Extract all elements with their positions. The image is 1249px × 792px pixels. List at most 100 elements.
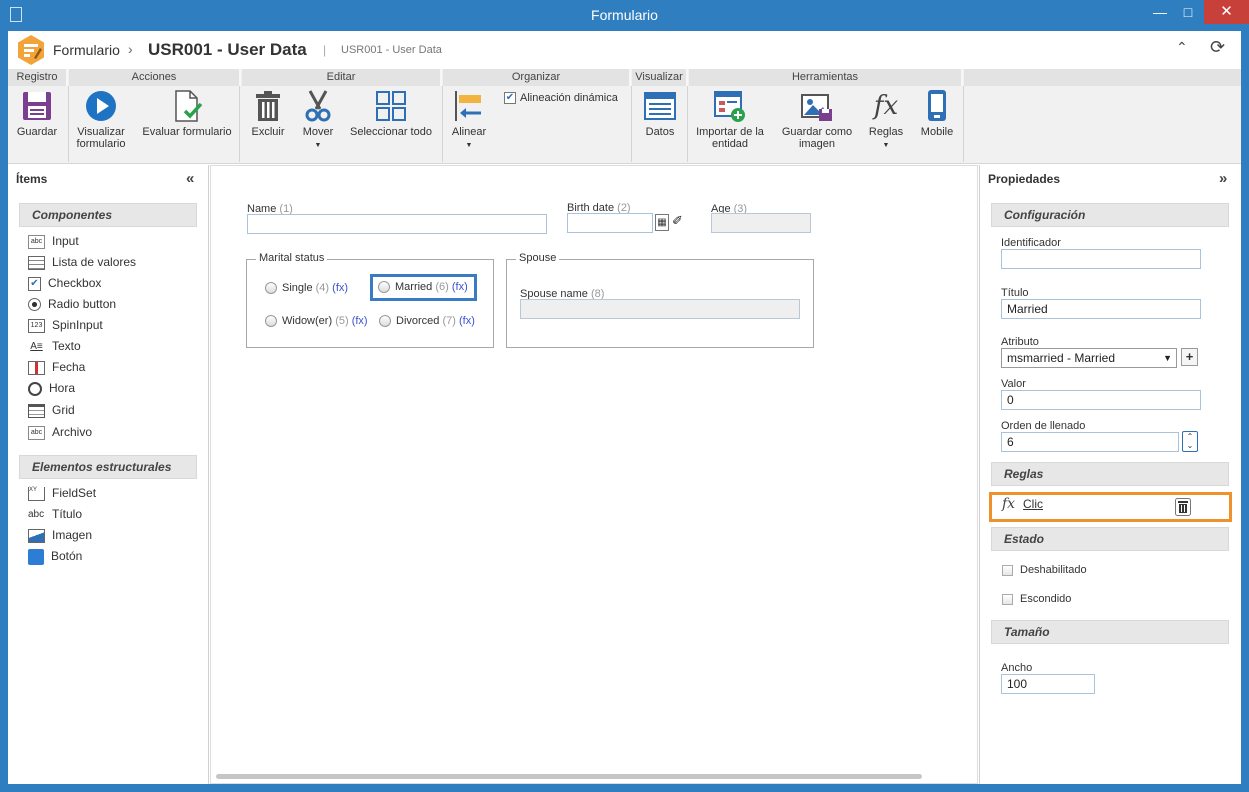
component-lista-valores[interactable]: Lista de valores	[28, 254, 136, 272]
structural-imagen[interactable]: Imagen	[28, 527, 92, 545]
name-input[interactable]	[247, 214, 547, 234]
header-divider: |	[323, 43, 327, 57]
group-registro: Registro	[8, 69, 68, 86]
evaluar-formulario-button[interactable]: Evaluar formulario	[139, 89, 235, 138]
component-fecha[interactable]: Fecha	[28, 359, 85, 377]
alinear-label: Alinear	[451, 126, 487, 138]
identificador-input[interactable]	[1001, 249, 1201, 269]
escondido-checkbox[interactable]: Escondido	[1002, 593, 1071, 606]
maximize-button[interactable]: □	[1174, 0, 1202, 24]
atributo-select[interactable]: msmarried - Married ▼	[1001, 348, 1177, 368]
component-hora[interactable]: Hora	[28, 380, 75, 398]
component-archivo[interactable]: abc Archivo	[28, 424, 92, 442]
refresh-icon[interactable]: ⟳	[1210, 37, 1225, 58]
component-input[interactable]: abc Input	[28, 233, 79, 251]
reglas-header[interactable]: Reglas	[991, 462, 1229, 486]
marital-status-fieldset: Marital status Single (4) (fx) Married (…	[246, 252, 494, 348]
deshabilitado-checkbox[interactable]: Deshabilitado	[1002, 564, 1087, 577]
titulo-input[interactable]: Married	[1001, 299, 1201, 319]
breadcrumb-app[interactable]: Formulario	[53, 42, 120, 58]
close-button[interactable]: ✕	[1204, 0, 1249, 24]
form-canvas[interactable]: Name (1) Birth date (2) ▦ ✐ Age (3) Mari…	[210, 165, 978, 784]
evaluate-form-icon	[175, 90, 203, 122]
ribbon-divider	[631, 86, 632, 162]
add-attribute-icon[interactable]: +	[1181, 348, 1198, 366]
configuracion-header[interactable]: Configuración	[991, 203, 1229, 227]
valor-label: Valor	[1001, 378, 1026, 390]
group-acciones: Acciones	[69, 69, 241, 86]
seleccionar-todo-button[interactable]: Seleccionar todo	[346, 89, 436, 138]
page-title: USR001 - User Data	[148, 40, 307, 59]
properties-panel: Propiedades » Configuración Identificado…	[979, 165, 1241, 784]
window-border-bottom	[0, 784, 1249, 792]
fx-link[interactable]: (fx)	[452, 281, 468, 293]
component-grid[interactable]: Grid	[28, 402, 75, 420]
spouse-fieldset: Spouse Spouse name (8)	[506, 252, 814, 348]
structural-boton[interactable]: Botón	[28, 548, 82, 566]
radio-divorced[interactable]: Divorced (7) (fx)	[379, 315, 475, 328]
visualizar-label-1: Visualizar	[77, 126, 125, 138]
minimize-button[interactable]: —	[1146, 0, 1174, 24]
alinear-button[interactable]: Alinear ▼	[448, 89, 490, 152]
structural-titulo[interactable]: abc Título	[28, 506, 82, 524]
field-order: (7)	[442, 315, 456, 327]
collapse-right-icon[interactable]: »	[1219, 170, 1227, 187]
mobile-button[interactable]: Mobile	[916, 89, 958, 138]
mover-button[interactable]: Mover ▼	[298, 89, 338, 152]
structural-label: Título	[52, 507, 83, 521]
fx-link[interactable]: (fx)	[332, 282, 348, 294]
horizontal-scrollbar[interactable]	[216, 774, 922, 779]
guardar-como-imagen-button[interactable]: Guardar como imagen	[778, 89, 856, 150]
calendar-icon[interactable]: ▦	[655, 214, 669, 231]
birth-date-input[interactable]	[567, 213, 653, 233]
collapse-header-icon[interactable]: ⌃	[1176, 39, 1188, 56]
orden-llenado-input[interactable]: 6	[1001, 432, 1179, 452]
component-label: SpinInput	[52, 318, 103, 332]
excluir-button[interactable]: Excluir	[248, 89, 288, 138]
alinear-dropdown-icon[interactable]: ▼	[448, 140, 490, 152]
elementos-estructurales-header[interactable]: Elementos estructurales	[19, 455, 197, 479]
radio-single[interactable]: Single (4) (fx)	[265, 282, 348, 295]
group-empty	[964, 69, 1241, 86]
reglas-button[interactable]: fx Reglas ▼	[866, 89, 906, 152]
delete-rule-icon[interactable]	[1175, 498, 1191, 516]
mover-dropdown-icon[interactable]: ▼	[298, 140, 338, 152]
save-icon	[23, 92, 51, 120]
guardar-button[interactable]: Guardar	[12, 89, 62, 138]
component-spininput[interactable]: 123 SpinInput	[28, 317, 103, 335]
reglas-dropdown-icon[interactable]: ▼	[866, 140, 906, 152]
fieldset-icon: XY	[28, 486, 45, 501]
checkbox-icon: ✔	[28, 276, 41, 291]
group-herramientas: Herramientas	[689, 69, 963, 86]
radio-married[interactable]: Married (6) (fx)	[378, 281, 468, 294]
fx-link[interactable]: (fx)	[352, 315, 368, 327]
rule-clic-link[interactable]: Clic	[1023, 497, 1043, 511]
datos-button[interactable]: Datos	[638, 89, 682, 138]
collapse-left-icon[interactable]: «	[186, 170, 194, 187]
component-radio[interactable]: Radio button	[28, 296, 116, 314]
clock-icon	[28, 381, 42, 396]
alineacion-dinamica-checkbox[interactable]: ✔ Alineación dinámica	[504, 92, 618, 105]
radio-widow[interactable]: Widow(er) (5) (fx)	[265, 315, 368, 328]
field-order: (5)	[335, 315, 349, 327]
clear-date-icon[interactable]: ✐	[672, 213, 683, 229]
atributo-selected-value: msmarried - Married	[1007, 351, 1116, 365]
fx-link[interactable]: (fx)	[459, 315, 475, 327]
component-label: Checkbox	[48, 276, 102, 290]
ancho-input[interactable]: 100	[1001, 674, 1095, 694]
ribbon-divider	[963, 86, 964, 162]
age-input[interactable]	[711, 213, 811, 233]
structural-fieldset[interactable]: XY FieldSet	[28, 485, 96, 503]
spinner-icon[interactable]: ⌃ ⌄	[1182, 431, 1198, 452]
tamano-header[interactable]: Tamaño	[991, 620, 1229, 644]
spouse-name-input[interactable]	[520, 299, 800, 319]
component-texto[interactable]: A≡ Texto	[28, 338, 80, 356]
component-checkbox[interactable]: ✔ Checkbox	[28, 275, 101, 293]
estado-header[interactable]: Estado	[991, 527, 1229, 551]
visualizar-formulario-button[interactable]: Visualizar formulario	[70, 89, 132, 150]
componentes-header[interactable]: Componentes	[19, 203, 197, 227]
component-label: Fecha	[52, 360, 86, 374]
identificador-label: Identificador	[1001, 237, 1061, 249]
importar-entidad-button[interactable]: Importar de la entidad	[692, 89, 768, 150]
valor-input[interactable]: 0	[1001, 390, 1201, 410]
